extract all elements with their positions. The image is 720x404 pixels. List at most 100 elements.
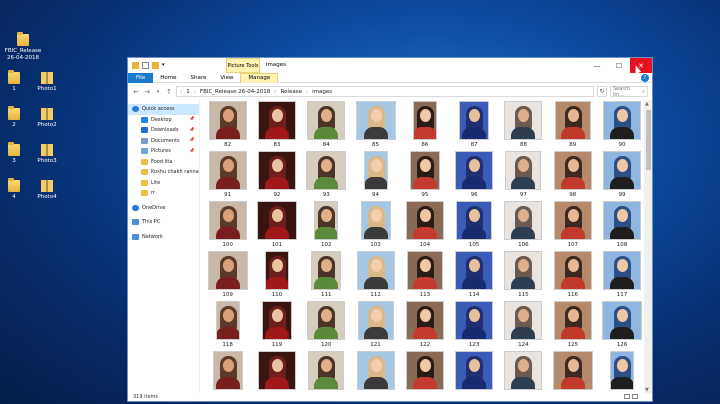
tab-file[interactable]: File [128,72,154,83]
thumbnail-item[interactable]: 100 [203,200,252,250]
thumbnail-item[interactable]: 82 [203,100,252,150]
thumbnail-item[interactable]: 111 [302,250,351,300]
thumbnail-item[interactable]: 90 [597,100,645,150]
thumbnail-item[interactable] [400,350,449,394]
search-input[interactable]: Search im... ⌕ [610,86,648,98]
up-arrow-icon[interactable]: ↑ [165,88,173,96]
details-view-icon[interactable] [624,394,630,399]
thumbnail-item[interactable]: 108 [597,200,645,250]
help-icon[interactable]: ? [641,73,649,82]
thumbnail-item[interactable]: 84 [302,100,351,150]
sidebar-item-koshu-chakh-ranna[interactable]: Koshu chakh ranna [128,167,199,178]
breadcrumb-release[interactable]: Release [280,89,302,95]
thumbnail-item[interactable]: 124 [499,300,548,350]
chevron-down-icon[interactable]: ▾ [162,62,167,69]
thumbnail-item[interactable]: 92 [252,150,301,200]
desktop-item-photo1[interactable]: Photo1 [24,72,70,93]
new-folder-icon[interactable] [152,62,159,69]
thumbnail-item[interactable]: 96 [449,150,498,200]
breadcrumb-release-folder[interactable]: FBIC_Release 26-04-2018 [200,89,270,95]
thumbnail-item[interactable]: 122 [400,300,449,350]
thumbnail-item[interactable]: 114 [449,250,498,300]
thumbnail-item[interactable] [203,350,252,394]
recent-chevron-icon[interactable]: ▾ [154,89,162,95]
maximize-button[interactable]: ☐ [608,58,630,73]
breadcrumb-1[interactable]: 1 [186,89,190,95]
thumbnail-item[interactable]: 103 [351,200,400,250]
sidebar-item-lite[interactable]: Lite [128,178,199,189]
breadcrumb-images[interactable]: images [312,89,332,95]
thumbnail-item[interactable]: 118 [203,300,252,350]
sidebar-item-pictures[interactable]: Pictures 📌 [128,146,199,157]
thumbnail-item[interactable] [499,350,548,394]
thumbnail-item[interactable]: 83 [252,100,301,150]
thumbnail-item[interactable]: 117 [597,250,645,300]
properties-icon[interactable] [142,62,149,69]
thumbnail-item[interactable]: 105 [449,200,498,250]
thumbnail-item[interactable] [449,350,498,394]
image-thumbnail [356,351,395,390]
thumbnail-item[interactable]: 86 [400,100,449,150]
thumbnail-item[interactable]: 98 [548,150,597,200]
desktop-item-photo3[interactable]: Photo3 [24,144,70,165]
thumbnail-item[interactable] [351,350,400,394]
thumbnail-item[interactable]: 119 [252,300,301,350]
thumbnail-item[interactable]: 107 [548,200,597,250]
thumbnail-item[interactable] [302,350,351,394]
sidebar-item-rr[interactable]: rr [128,188,199,199]
thumbnail-item[interactable]: 95 [400,150,449,200]
thumbnail-item[interactable] [548,350,597,394]
thumbnail-item[interactable]: 121 [351,300,400,350]
thumbnail-item[interactable]: 97 [499,150,548,200]
tab-home[interactable]: Home [153,73,183,83]
thumbnail-item[interactable] [252,350,301,394]
thumbnail-item[interactable]: 99 [597,150,645,200]
desktop-item-photo2[interactable]: Photo2 [24,108,70,129]
thumbnail-item[interactable]: 125 [548,300,597,350]
sidebar-item-this-pc[interactable]: This PC [128,217,199,228]
thumbnail-item[interactable]: 94 [351,150,400,200]
thumbnail-item[interactable]: 93 [302,150,351,200]
thumbnail-item[interactable]: 112 [351,250,400,300]
thumbnail-item[interactable]: 110 [252,250,301,300]
large-icons-view-icon[interactable] [632,394,638,399]
sidebar-item-downloads[interactable]: Downloads 📌 [128,125,199,136]
thumbnail-item[interactable]: 89 [548,100,597,150]
thumbnail-body [610,127,635,139]
desktop-item-release[interactable]: FBIC_Release 26-04-2018 [0,32,46,62]
tab-manage[interactable]: Manage [240,72,279,83]
scroll-up-icon[interactable]: ▲ [645,101,649,107]
sidebar-item-network[interactable]: Network [128,232,199,243]
sidebar-item-food-lita[interactable]: Food lita [128,157,199,168]
sidebar-item-documents[interactable]: Documents 📌 [128,136,199,147]
sidebar-item-quick-access[interactable]: Quick access [128,104,199,115]
forward-arrow-icon[interactable]: → [143,88,151,96]
thumbnail-item[interactable]: 109 [203,250,252,300]
sidebar-item-onedrive[interactable]: OneDrive [128,203,199,214]
desktop-item-photo4[interactable]: Photo4 [24,180,70,201]
vertical-scrollbar[interactable]: ▲ ▼ [644,100,652,394]
thumbnail-item[interactable]: 87 [449,100,498,150]
thumbnail-item[interactable]: 104 [400,200,449,250]
sidebar-item-desktop[interactable]: Desktop 📌 [128,115,199,126]
minimize-button[interactable]: — [586,58,608,73]
thumbnail-item[interactable]: 106 [499,200,548,250]
thumbnail-item[interactable]: 113 [400,250,449,300]
tab-share[interactable]: Share [183,73,213,83]
scrollbar-thumb[interactable] [645,110,651,170]
thumbnail-item[interactable]: 91 [203,150,252,200]
thumbnail-item[interactable]: 116 [548,250,597,300]
thumbnail-item[interactable]: 120 [302,300,351,350]
tab-view[interactable]: View [213,73,240,83]
thumbnail-item[interactable] [597,350,645,394]
thumbnail-item[interactable]: 126 [597,300,645,350]
thumbnail-item[interactable]: 85 [351,100,400,150]
thumbnail-item[interactable]: 123 [449,300,498,350]
thumbnail-item[interactable]: 101 [252,200,301,250]
thumbnail-item[interactable]: 88 [499,100,548,150]
address-bar[interactable]: › 1 › FBIC_Release 26-04-2018 › Release … [176,86,594,97]
thumbnail-item[interactable]: 102 [302,200,351,250]
refresh-icon[interactable]: ↻ [597,86,607,97]
thumbnail-item[interactable]: 115 [499,250,548,300]
back-arrow-icon[interactable]: ← [132,88,140,96]
